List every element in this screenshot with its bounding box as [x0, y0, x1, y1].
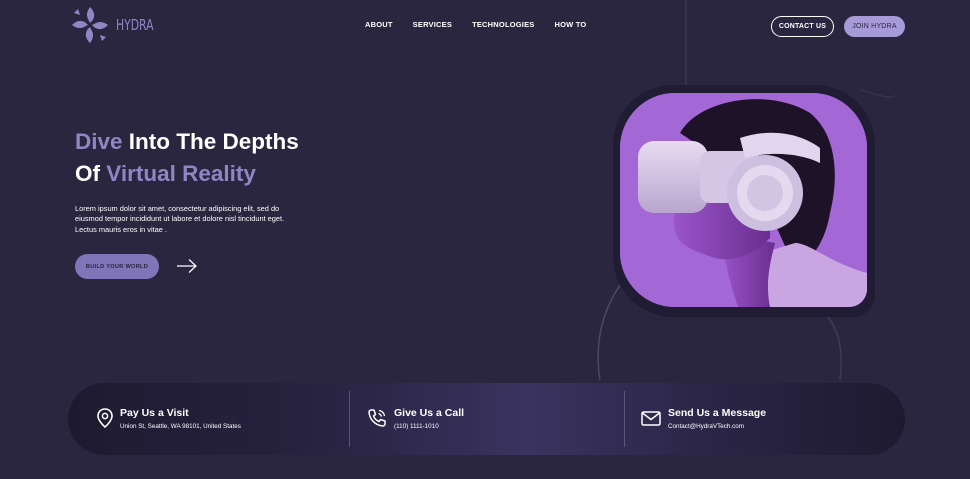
- info-title-visit: Pay Us a Visit: [120, 407, 189, 419]
- info-text-phone: (110) 1111-1010: [394, 423, 439, 430]
- brand-logo[interactable]: HYDRA: [68, 3, 168, 47]
- hero-image-vr-person: [620, 93, 867, 307]
- location-pin-icon: [97, 408, 113, 429]
- info-text-email[interactable]: Contact@HydraVTech.com: [668, 423, 744, 430]
- contact-info-bar: Pay Us a Visit Union St, Seattle, WA 981…: [68, 383, 905, 455]
- vr-person-illustration: [620, 93, 867, 307]
- arrow-right-icon[interactable]: [176, 258, 198, 274]
- info-item-message: Send Us a Message Contact@HydraVTech.com: [625, 383, 905, 455]
- hero-title-into-depths: Into The Depths: [122, 129, 299, 154]
- brand-name: HYDRA: [116, 16, 154, 34]
- hero-title: Dive Into The Depths Of Virtual Reality: [75, 126, 299, 190]
- hero-title-accent-dive: Dive: [75, 129, 123, 154]
- nav-item-technologies[interactable]: TECHNOLOGIES: [472, 20, 534, 29]
- envelope-icon: [641, 411, 661, 426]
- info-item-call: Give Us a Call (110) 1111-1010: [350, 383, 624, 455]
- info-item-visit: Pay Us a Visit Union St, Seattle, WA 981…: [68, 383, 348, 455]
- hero-title-line-2: Of Virtual Reality: [75, 158, 299, 190]
- hero-title-of: Of: [75, 161, 107, 186]
- info-title-call: Give Us a Call: [394, 407, 465, 419]
- phone-icon: [368, 409, 386, 427]
- hero-description: Lorem ipsum dolor sit amet, consectetur …: [75, 204, 285, 234]
- join-hydra-button[interactable]: JOIN HYDRA: [844, 16, 905, 37]
- hydra-logo-icon: [72, 7, 108, 43]
- hero-title-accent-vr: Virtual Reality: [106, 161, 256, 186]
- main-nav: ABOUT SERVICES TECHNOLOGIES HOW TO: [365, 20, 586, 29]
- build-your-world-button[interactable]: BUILD YOUR WORLD: [75, 254, 159, 279]
- hero-title-line-1: Dive Into The Depths: [75, 126, 299, 158]
- nav-item-how-to[interactable]: HOW TO: [554, 20, 586, 29]
- nav-item-about[interactable]: ABOUT: [365, 20, 393, 29]
- info-text-address: Union St, Seattle, WA 98101, United Stat…: [120, 423, 241, 430]
- contact-us-button[interactable]: CONTACT US: [771, 16, 834, 37]
- info-title-message: Send Us a Message: [668, 407, 767, 419]
- nav-item-services[interactable]: SERVICES: [413, 20, 452, 29]
